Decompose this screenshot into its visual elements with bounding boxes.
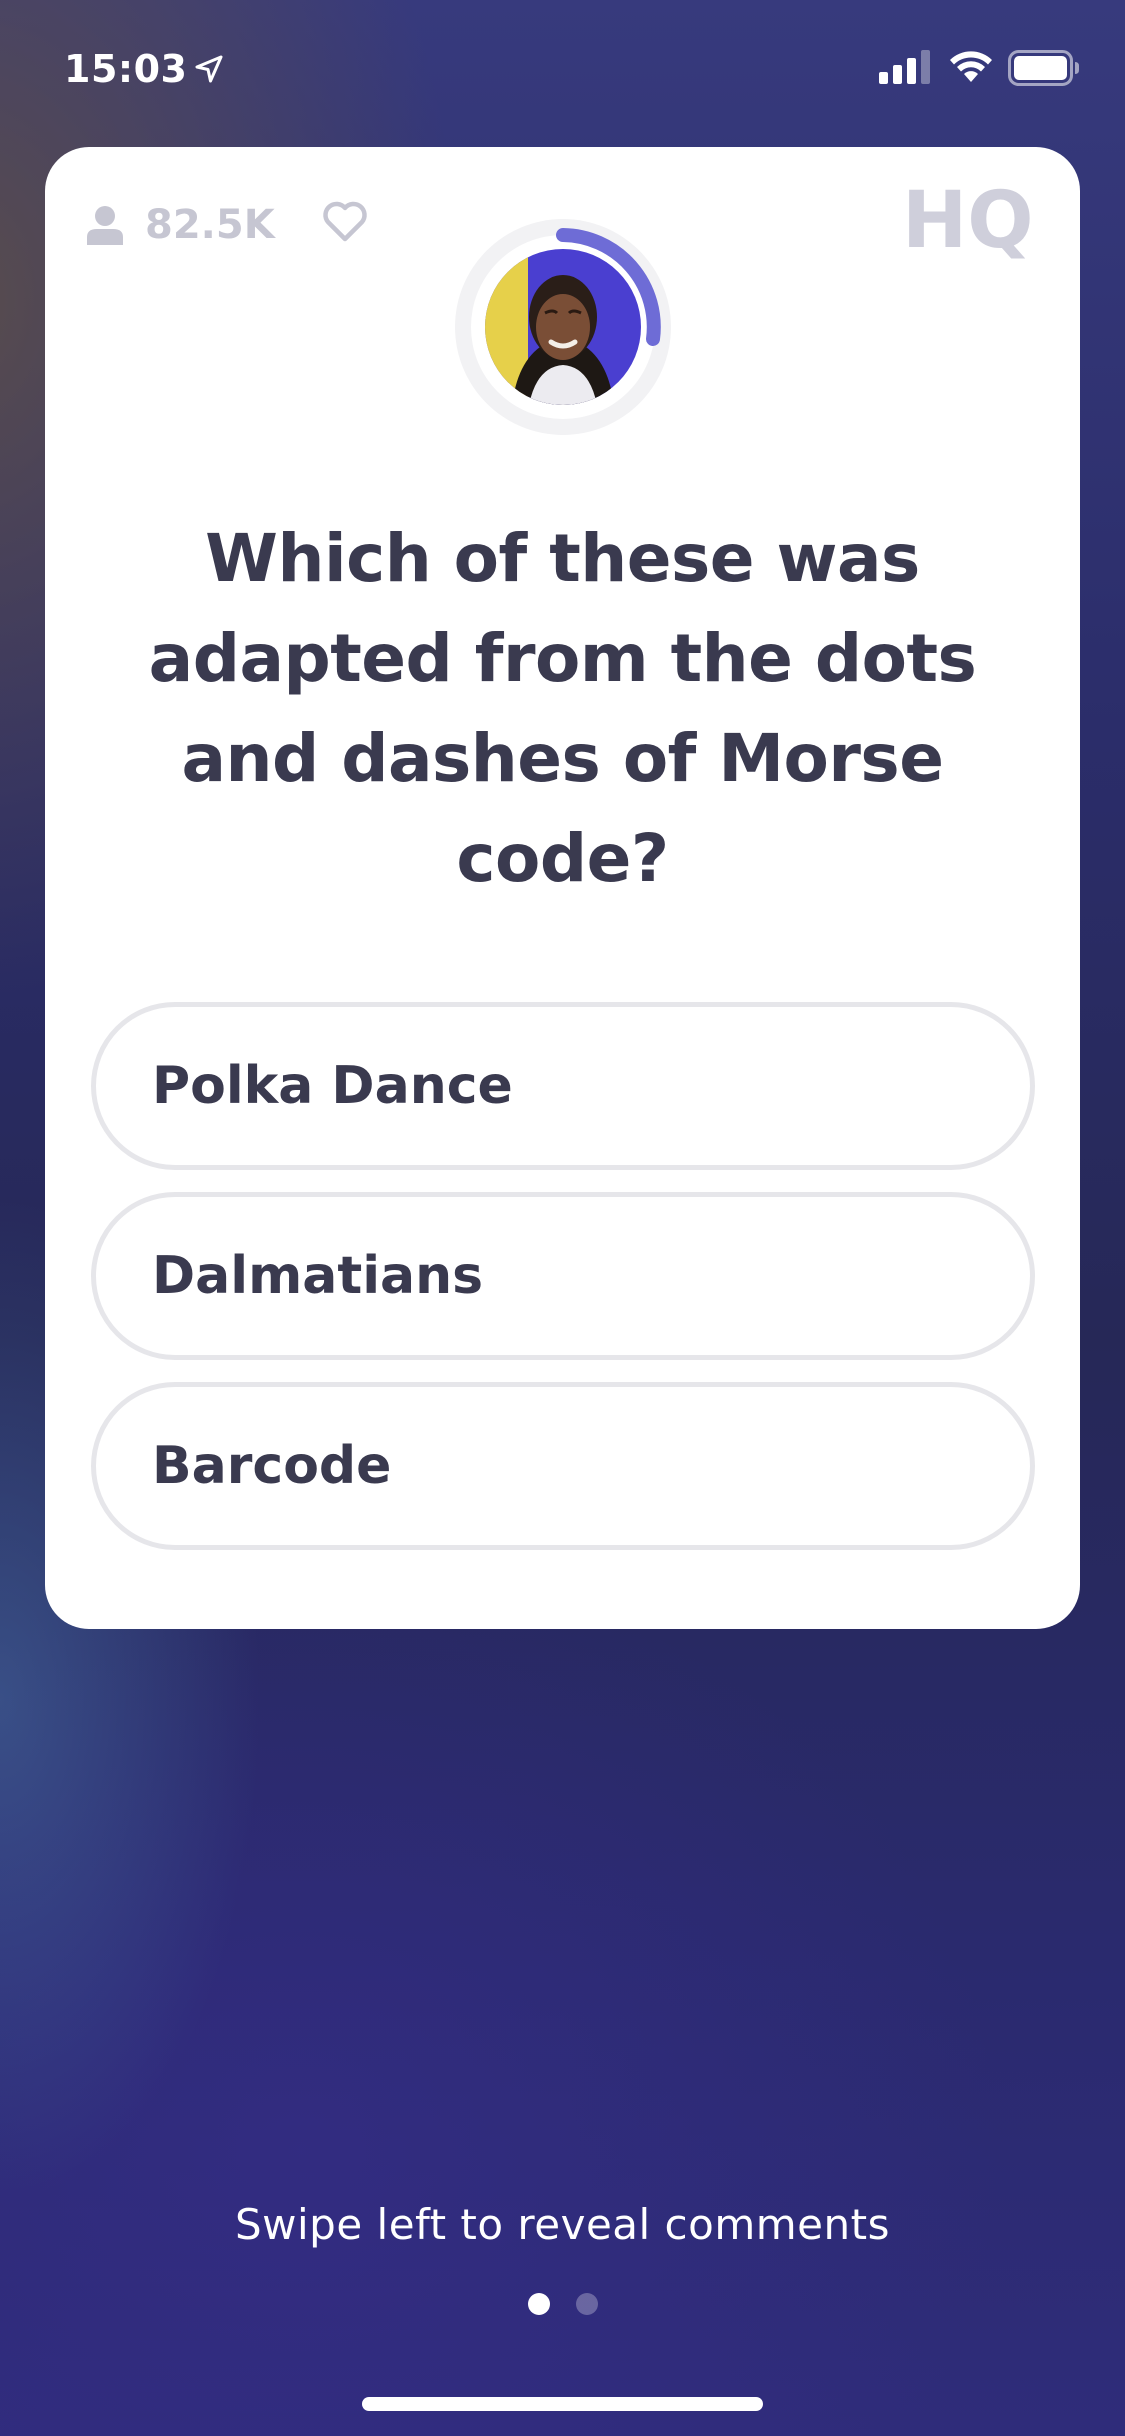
host-avatar (455, 219, 671, 435)
question-text: Which of these was adapted from the dots… (148, 520, 977, 897)
wifi-icon (950, 51, 992, 82)
location-arrow-icon (195, 55, 223, 83)
answer-option-2[interactable]: Dalmatians (91, 1192, 1035, 1360)
status-time: 15:03 (64, 47, 188, 91)
question-card: 82.5K HQ Which of these was adapted from… (45, 147, 1080, 1629)
viewer-count: 82.5K (87, 199, 275, 251)
page-indicator[interactable] (0, 2293, 1125, 2315)
answer-option-1[interactable]: Polka Dance (91, 1002, 1035, 1170)
page-dot-active (527, 2293, 550, 2315)
viewer-count-label: 82.5K (145, 202, 275, 248)
status-bar: 15:03 (0, 0, 1125, 140)
answer-label: Dalmatians (152, 1246, 484, 1306)
hq-logo-text: HQ (902, 179, 1034, 259)
hq-logo: HQ (902, 179, 1034, 259)
battery-icon (1008, 50, 1079, 86)
answer-label: Barcode (152, 1436, 392, 1496)
home-indicator[interactable] (362, 2397, 763, 2411)
swipe-hint: Swipe left to reveal comments (235, 2200, 890, 2249)
answer-label: Polka Dance (152, 1056, 513, 1116)
heart-icon[interactable] (321, 199, 369, 243)
person-icon (87, 206, 123, 245)
cellular-signal-icon (879, 50, 930, 84)
page-dot (575, 2293, 598, 2315)
answer-list: Polka Dance Dalmatians Barcode (91, 1002, 1035, 1572)
answer-option-3[interactable]: Barcode (91, 1382, 1035, 1550)
